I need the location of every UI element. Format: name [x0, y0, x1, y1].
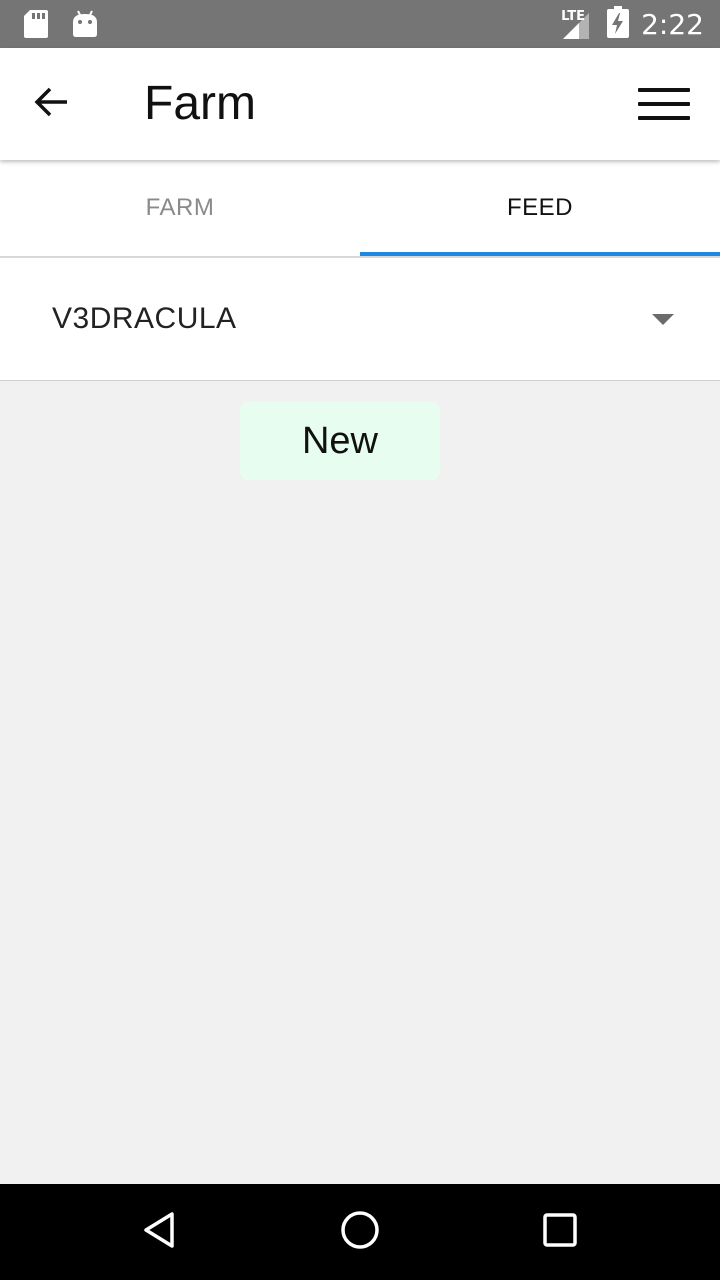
sd-card-icon	[24, 10, 48, 43]
status-left-icons	[24, 10, 98, 43]
new-button[interactable]: New	[240, 402, 440, 480]
home-circle-icon	[339, 1209, 381, 1256]
android-icon	[72, 10, 98, 43]
tab-indicator	[360, 252, 720, 256]
page-title: Farm	[144, 77, 256, 130]
status-time: 2:22	[641, 8, 704, 41]
nav-recents-button[interactable]	[536, 1208, 584, 1256]
system-nav-bar	[0, 1184, 720, 1280]
signal-icon: LTE	[559, 9, 595, 41]
app-bar: Farm	[0, 48, 720, 160]
battery-charging-icon	[607, 6, 630, 43]
nav-home-button[interactable]	[336, 1208, 384, 1256]
farm-dropdown[interactable]: V3DRACULA	[0, 258, 720, 381]
back-triangle-icon	[140, 1210, 180, 1255]
arrow-left-icon	[34, 86, 70, 123]
nav-back-button[interactable]	[136, 1208, 184, 1256]
caret-down-icon	[652, 314, 674, 325]
status-right-icons: LTE 2:22	[559, 6, 704, 43]
recents-square-icon	[541, 1211, 579, 1254]
menu-button[interactable]	[636, 84, 692, 124]
status-bar: LTE 2:22	[0, 0, 720, 48]
tab-farm[interactable]: FARM	[0, 160, 360, 256]
tab-feed[interactable]: FEED	[360, 160, 720, 256]
back-button[interactable]	[24, 80, 80, 128]
dropdown-selected-value: V3DRACULA	[52, 302, 237, 335]
tab-bar: FARM FEED	[0, 160, 720, 258]
